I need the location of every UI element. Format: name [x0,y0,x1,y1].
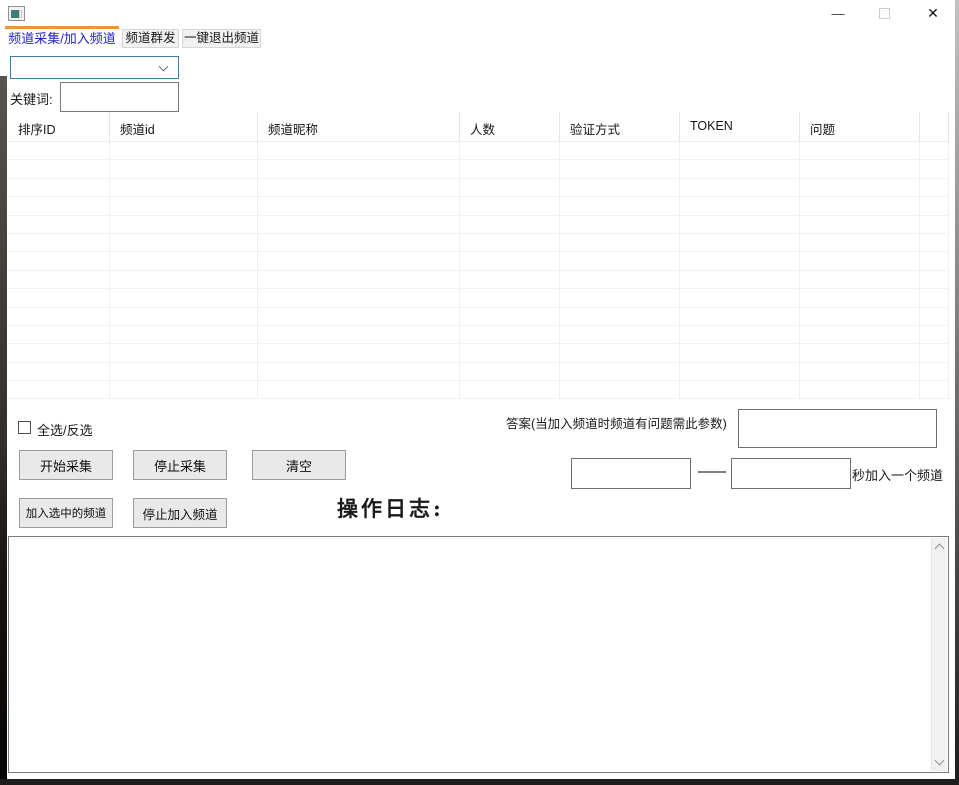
table-row [8,142,949,160]
maximize-icon [879,8,890,19]
tab-exit-channels[interactable]: 一键退出频道 [182,29,261,48]
table-row [8,363,949,381]
column-header[interactable]: 验证方式 [560,112,680,141]
interval-min-input[interactable] [571,458,691,489]
table-row [8,197,949,215]
table-header-row: 排序ID频道id频道昵称人数验证方式TOKEN问题 [8,112,949,142]
select-all-checkbox[interactable] [18,421,31,434]
table-row [8,271,949,289]
title-bar: — ✕ [0,0,955,26]
log-textarea[interactable] [9,537,931,772]
column-header[interactable]: 频道id [110,112,258,141]
window-border-bottom [0,779,959,785]
column-header[interactable]: 排序ID [8,112,110,141]
keyword-label: 关键词: [10,89,53,108]
account-combobox[interactable] [10,56,179,79]
column-header[interactable]: 问题 [800,112,920,141]
table-row [8,381,949,399]
table-row [8,234,949,252]
table-body [8,142,949,399]
table-row [8,216,949,234]
close-button[interactable]: ✕ [917,0,949,26]
table-row [8,326,949,344]
scroll-up-icon[interactable] [935,544,945,554]
column-header[interactable]: 频道昵称 [258,112,460,141]
interval-suffix-label: 秒加入一个频道 [852,465,943,484]
stop-join-button[interactable]: 停止加入频道 [133,498,227,528]
table-row [8,179,949,197]
channel-table[interactable]: 排序ID频道id频道昵称人数验证方式TOKEN问题 [8,112,949,400]
table-row [8,160,949,178]
interval-dash: —— [691,463,731,480]
column-header[interactable]: TOKEN [680,112,800,141]
scroll-down-icon[interactable] [935,756,945,766]
clear-button[interactable]: 清空 [252,450,346,480]
join-selected-button[interactable]: 加入选中的频道 [19,498,113,528]
table-row [8,252,949,270]
log-box [8,536,949,773]
table-row [8,289,949,307]
chevron-down-icon [159,62,169,72]
answer-label: 答案(当加入频道时频道有问题需此参数) [506,413,727,432]
column-header[interactable] [920,112,949,141]
table-row [8,344,949,362]
log-scrollbar[interactable] [931,538,947,771]
window-border-right [955,0,959,785]
app-window: — ✕ 频道采集/加入频道 频道群发 一键退出频道 关键词: 排序ID频道id频… [0,0,959,785]
table-row [8,308,949,326]
maximize-button [868,0,900,26]
interval-max-input[interactable] [731,458,851,489]
app-icon [8,6,25,21]
tab-mass-send[interactable]: 频道群发 [122,29,179,48]
minimize-button[interactable]: — [822,0,854,26]
tab-collect-join[interactable]: 频道采集/加入频道 [5,26,119,48]
stop-collect-button[interactable]: 停止采集 [133,450,227,480]
answer-input[interactable] [738,409,937,448]
select-all-label: 全选/反选 [37,420,93,439]
log-title: 操作日志: [337,493,444,523]
start-collect-button[interactable]: 开始采集 [19,450,113,480]
column-header[interactable]: 人数 [460,112,560,141]
keyword-input[interactable] [60,82,179,112]
desktop-background-left [0,76,7,785]
